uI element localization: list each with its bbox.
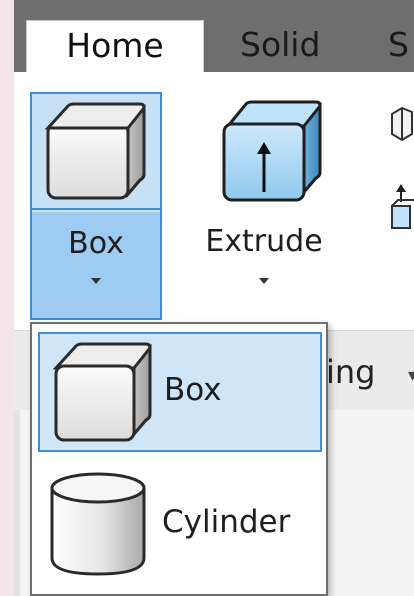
- presspull-icon[interactable]: [388, 184, 414, 236]
- ribbon: Home Solid S ing ▾ Box Extrude Box Cylin…: [14, 0, 414, 596]
- panel-expand-icon: ▾: [408, 365, 414, 386]
- solid-tool-icon[interactable]: [388, 104, 414, 148]
- dropdown-item-box[interactable]: Box: [38, 332, 322, 452]
- box-button-dropdown[interactable]: Box: [32, 212, 160, 318]
- dropdown-item-box-label: Box: [164, 372, 222, 408]
- dropdown-item-cylinder-label: Cylinder: [162, 504, 291, 540]
- tab-solid[interactable]: Solid: [240, 20, 320, 72]
- ribbon-tab-bar: Home Solid S: [14, 0, 414, 72]
- box-button-label: Box: [68, 226, 124, 261]
- tab-home[interactable]: Home: [26, 20, 204, 72]
- tab-surface-partial[interactable]: S: [388, 20, 409, 72]
- chevron-down-icon: [259, 278, 269, 284]
- extrude-icon: [222, 100, 322, 202]
- extrude-button-label: Extrude: [205, 224, 323, 259]
- box-icon: [52, 342, 152, 442]
- box-button-main[interactable]: [32, 94, 160, 210]
- left-strip: [14, 410, 20, 596]
- chevron-down-icon: [91, 278, 101, 284]
- cylinder-icon: [50, 472, 146, 576]
- panel-title-label: ing: [326, 353, 376, 391]
- dropdown-item-cylinder[interactable]: Cylinder: [38, 466, 322, 586]
- box-dropdown-menu: Box Cylinder: [30, 322, 328, 596]
- extrude-button[interactable]: Extrude: [198, 92, 330, 320]
- box-split-button[interactable]: Box: [30, 92, 162, 320]
- box-icon: [44, 102, 146, 200]
